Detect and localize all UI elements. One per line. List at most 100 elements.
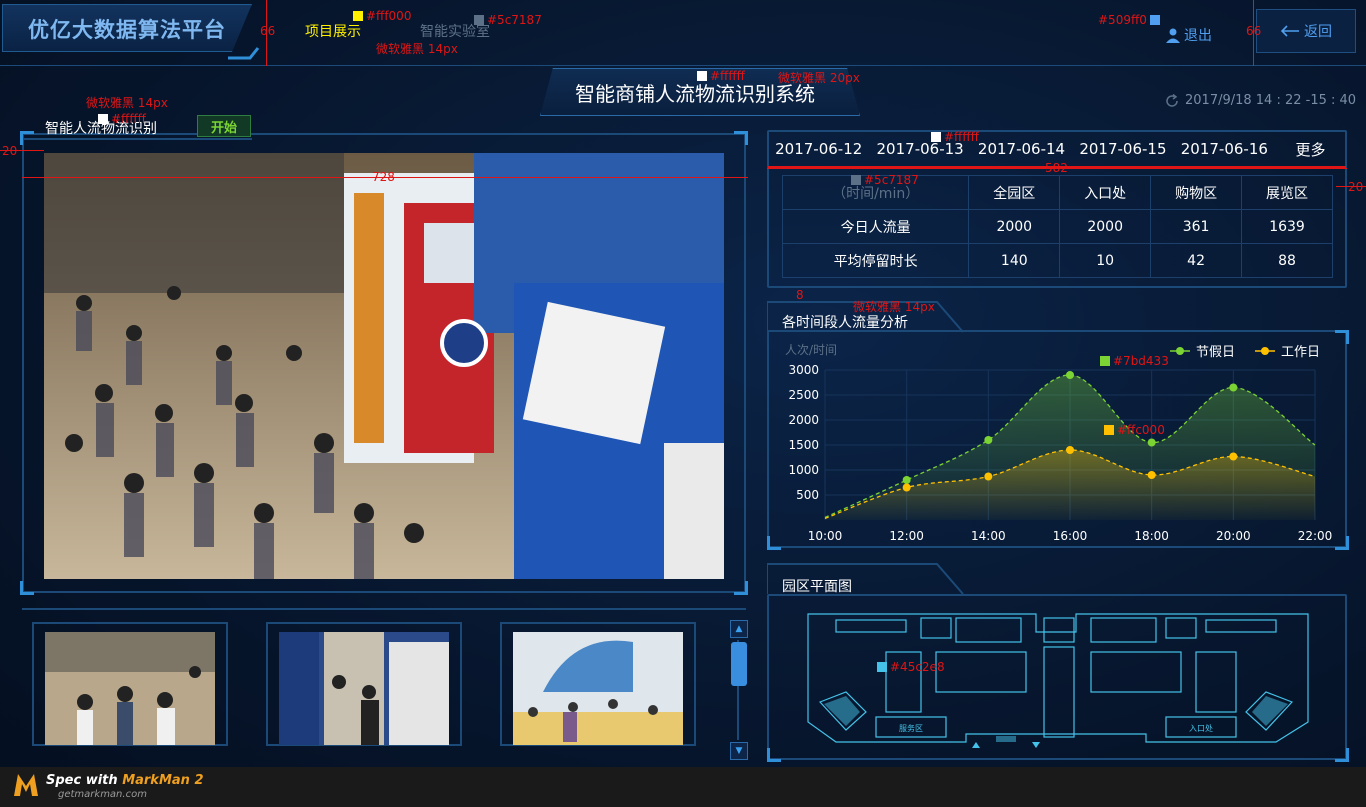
table-cell: 2000 (1059, 209, 1152, 244)
x-tick-label: 22:00 (1298, 529, 1333, 543)
chart-title: 各时间段人流量分析 (782, 315, 908, 331)
table-row: 平均停留时长 140 10 42 88 (781, 243, 1333, 278)
x-tick-label: 10:00 (808, 529, 843, 543)
table-cell: 1639 (1241, 209, 1333, 244)
arrow-left-icon (1280, 25, 1299, 37)
table-cell: 88 (1241, 243, 1333, 278)
measure-width: 20 (1348, 180, 1364, 194)
scroll-up-button[interactable]: ▲ (730, 620, 748, 638)
color-note: #fff000 (353, 9, 411, 23)
start-button[interactable]: 开始 (197, 115, 251, 137)
legend-label: 工作日 (1281, 345, 1320, 360)
table-cell: 140 (968, 243, 1061, 278)
measure-height: 66 (260, 24, 276, 38)
data-point (984, 436, 993, 444)
markman-url: getmarkman.com (58, 789, 147, 800)
color-note: #5c7187 (851, 173, 919, 187)
data-point (1229, 452, 1238, 461)
legend-marker (1176, 347, 1184, 355)
map-title: 园区平面图 (782, 579, 852, 595)
corner-decoration (1335, 536, 1349, 550)
data-point (1147, 438, 1156, 447)
scrollbar-thumb[interactable] (731, 642, 747, 686)
thumbnail-booth-scene (279, 632, 449, 745)
table-row: 今日人流量 2000 2000 361 1639 (781, 209, 1333, 244)
corner-decoration (20, 581, 34, 595)
back-label: 返回 (1304, 24, 1332, 40)
tab-date-1[interactable]: 2017-06-12 (768, 140, 869, 158)
data-point (1147, 471, 1156, 479)
map-label-service: 服务区 (899, 723, 923, 733)
corner-decoration (734, 581, 748, 595)
data-point (902, 476, 911, 484)
y-tick-label: 500 (796, 488, 819, 502)
crowd-scene (44, 153, 724, 579)
datetime-display: 2017/9/18 14 : 22 -15 : 40 (1165, 93, 1356, 108)
color-note: #7bd433 (1100, 354, 1169, 368)
thumbnail-crowd-scene (45, 632, 215, 745)
tab-more[interactable]: 更多 (1275, 139, 1346, 160)
refresh-icon[interactable] (1165, 93, 1179, 108)
measure-width: 582 (1045, 161, 1068, 175)
y-tick-label: 2500 (788, 388, 819, 402)
measure-width: 20 (2, 144, 18, 158)
corner-decoration (734, 131, 748, 145)
back-button[interactable]: 返回 (1256, 9, 1356, 53)
y-axis-label: 人次/时间 (785, 343, 837, 357)
main-video-feed[interactable] (44, 153, 724, 579)
markman-brand: Spec with MarkMan 2 (46, 773, 204, 788)
user-icon (1166, 28, 1180, 43)
corner-decoration (1335, 748, 1349, 762)
logout-label: 退出 (1184, 28, 1212, 44)
color-note: #ffffff (931, 130, 979, 144)
park-floor-plan[interactable]: 服务区 入口处 (806, 612, 1310, 752)
color-note: #ffc000 (1104, 423, 1165, 437)
font-note: 微软雅黑 14px (853, 300, 935, 314)
table-cell: 2000 (968, 209, 1061, 244)
table-header-cell: 展览区 (1241, 175, 1333, 210)
measure-width: 728 (372, 170, 395, 184)
x-tick-label: 16:00 (1053, 529, 1088, 543)
scroll-down-button[interactable]: ▼ (730, 742, 748, 760)
table-cell: 42 (1150, 243, 1243, 278)
divider (22, 608, 746, 610)
row-label: 今日人流量 (781, 209, 970, 244)
data-point (1229, 383, 1238, 392)
tab-date-5[interactable]: 2017-06-16 (1174, 140, 1275, 158)
color-note: #ffffff (697, 69, 745, 83)
logo-corner-decoration (228, 47, 260, 60)
table-cell: 361 (1150, 209, 1243, 244)
font-note: 微软雅黑 20px (778, 71, 860, 85)
thumbnail-3-image (513, 632, 683, 745)
thumbnail-1-image (45, 632, 215, 745)
datetime-text: 2017/9/18 14 : 22 -15 : 40 (1185, 93, 1357, 108)
thumbnail-2-image (279, 632, 449, 745)
corner-decoration (1335, 330, 1349, 344)
logout-button[interactable]: 退出 (1165, 25, 1212, 45)
thumbnail-hall-scene (513, 632, 683, 745)
color-note: #5c7187 (474, 13, 542, 27)
y-tick-label: 2000 (788, 413, 819, 427)
font-note: 微软雅黑 14px (86, 96, 168, 110)
table-cell: 10 (1059, 243, 1152, 278)
platform-logo: 优亿大数据算法平台 (28, 18, 226, 42)
corner-decoration (767, 748, 781, 762)
y-tick-label: 1000 (788, 463, 819, 477)
color-note: #509ff0 (1098, 13, 1163, 27)
table-header-cell: 入口处 (1059, 175, 1152, 210)
color-note: #45c2e8 (877, 660, 945, 674)
data-point (1066, 446, 1074, 454)
x-tick-label: 18:00 (1134, 529, 1169, 543)
corner-decoration (767, 536, 781, 550)
x-tick-label: 20:00 (1216, 529, 1251, 543)
y-tick-label: 3000 (788, 363, 819, 377)
measure-height: 8 (796, 288, 804, 302)
legend-marker (1261, 347, 1269, 355)
tab-date-4[interactable]: 2017-06-15 (1072, 140, 1173, 158)
markman-logo-icon (14, 774, 38, 796)
data-point (1066, 371, 1074, 379)
map-label-entrance: 入口处 (1189, 723, 1213, 733)
tab-date-3[interactable]: 2017-06-14 (971, 140, 1072, 158)
traffic-chart: 500 1000 1500 2000 2500 3000 10:00 12:00 14:00 16… (785, 343, 1333, 543)
nav-project-display[interactable]: 项目展示 (305, 21, 361, 41)
